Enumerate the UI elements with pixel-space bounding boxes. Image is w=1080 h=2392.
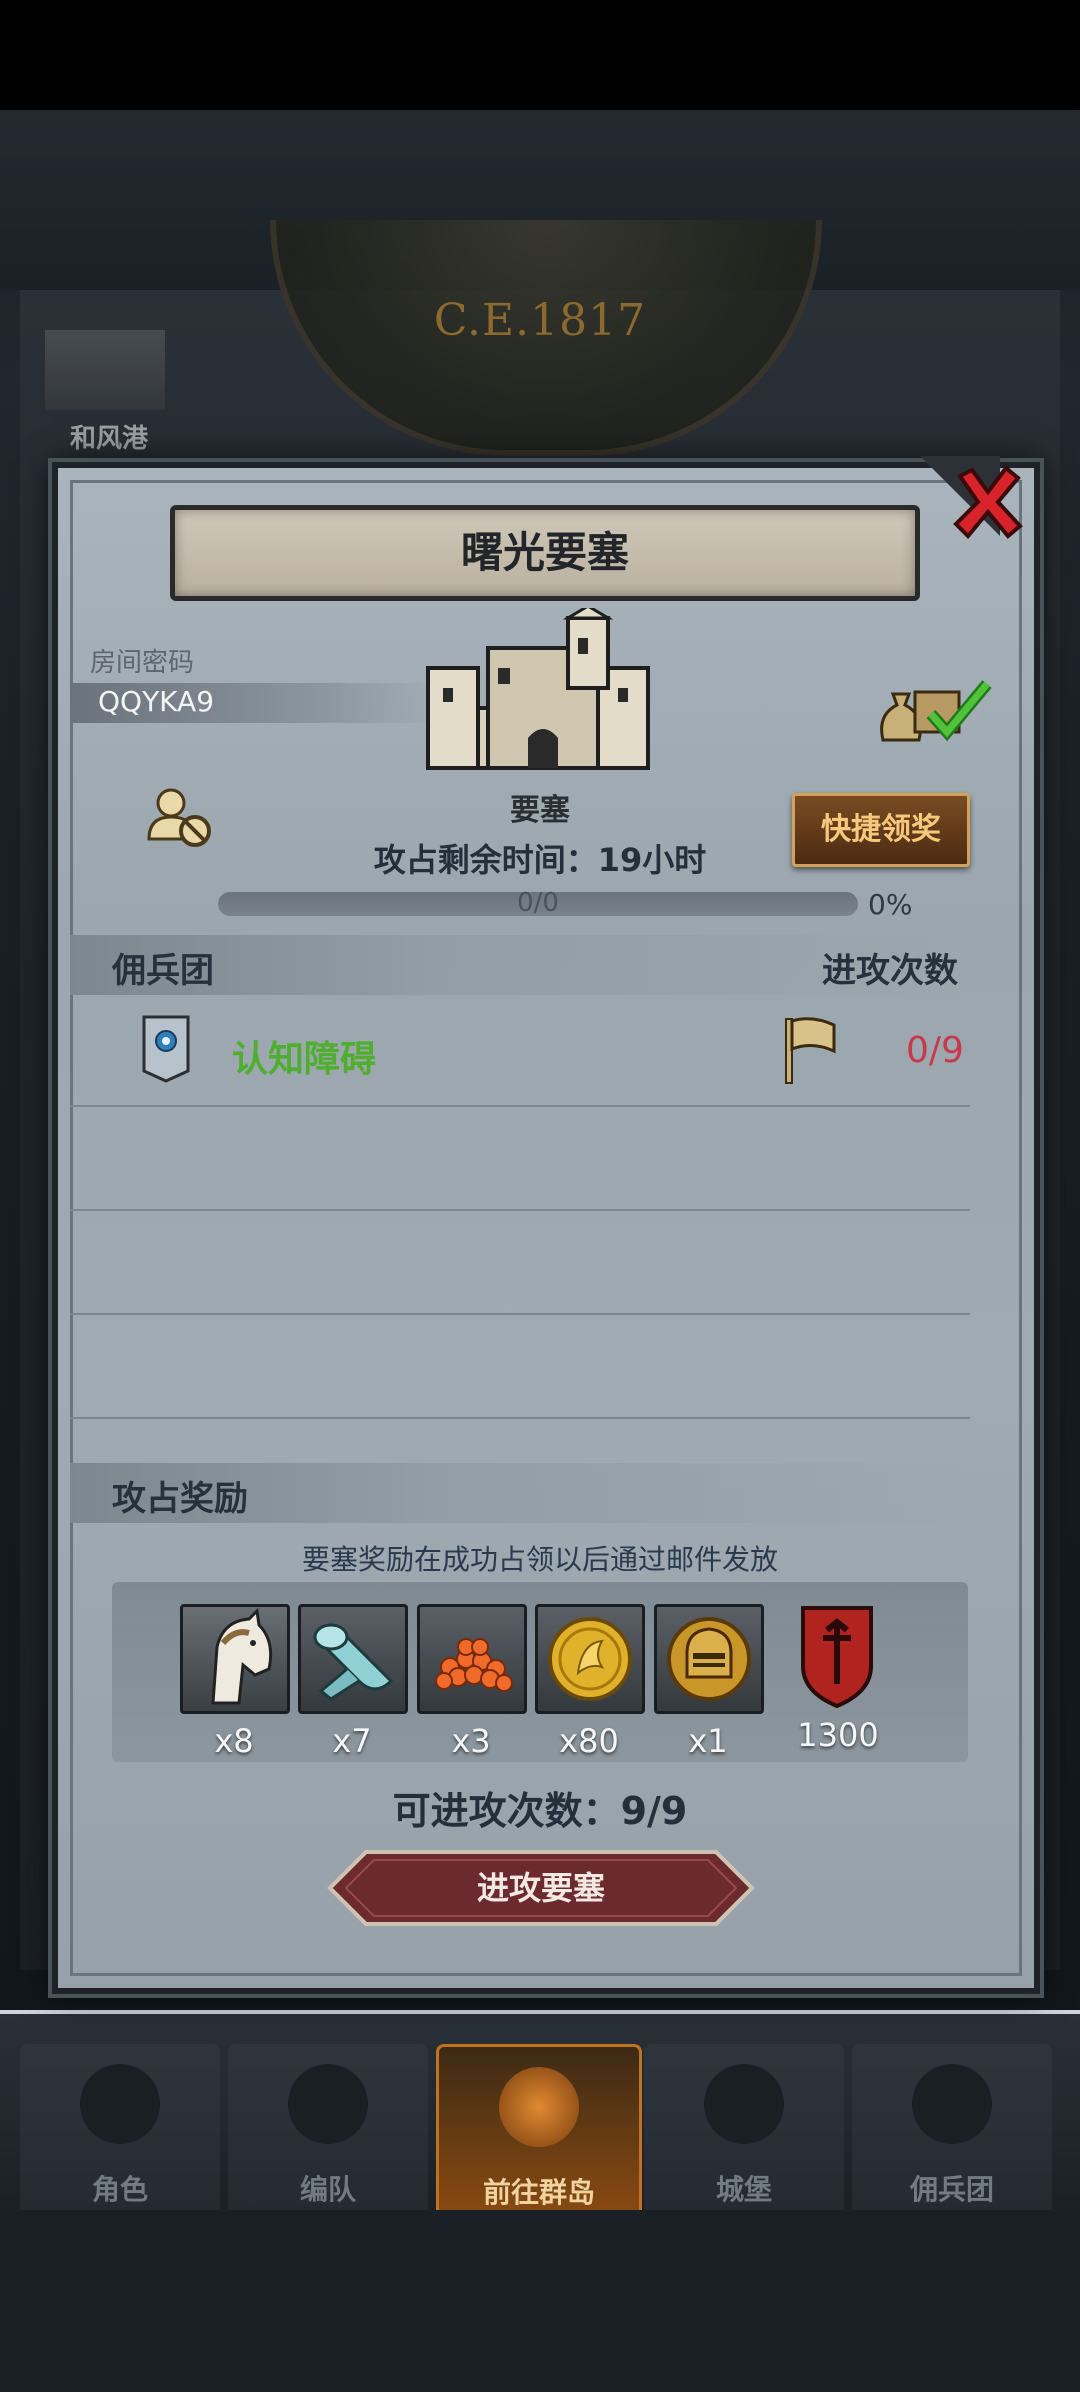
flag-icon — [785, 1017, 836, 1084]
nav-label: 前往群岛 — [482, 2176, 595, 2209]
progress-percent: 0% — [868, 888, 913, 921]
room-password-label: 房间密码 — [90, 648, 195, 678]
attack-fortress-label: 进攻要塞 — [476, 1869, 605, 1907]
user-blocked-icon[interactable] — [145, 785, 215, 850]
reward-count: 1300 — [797, 1716, 879, 1754]
nav-label: 城堡 — [715, 2173, 772, 2206]
reward-item[interactable]: x1 — [654, 1604, 764, 1760]
bottom-band — [0, 2210, 1080, 2392]
mercenary-section-title: 佣兵团 — [112, 951, 214, 991]
attack-count-header: 进攻次数 — [822, 951, 958, 991]
title-banner: 曙光要塞 — [170, 505, 920, 601]
reward-item[interactable]: x7 — [298, 1604, 408, 1760]
close-button[interactable] — [948, 462, 1028, 542]
reward-section-header: 攻占奖励 — [70, 1463, 970, 1523]
reward-note: 要塞奖励在成功占领以后通过邮件发放 — [301, 1543, 778, 1576]
fish-roe-icon — [435, 1638, 513, 1692]
castle-icon — [704, 2064, 784, 2144]
empty-team-row — [70, 1209, 970, 1315]
red-shield-icon — [801, 1606, 873, 1709]
remaining-time: 攻占剩余时间：19小时 — [373, 841, 707, 879]
modal-title: 曙光要塞 — [460, 528, 629, 577]
nav-item-mercenary[interactable]: 佣兵团 — [852, 2044, 1052, 2214]
banner-icon — [912, 2064, 992, 2144]
location-label: 和风港 — [70, 424, 149, 454]
nav-item-character[interactable]: 角色 — [20, 2044, 220, 2214]
team-attack-count: 0/9 — [906, 1030, 964, 1071]
attempts-remaining: 可进攻次数：9/9 — [392, 1789, 688, 1833]
knight-icon — [80, 2064, 160, 2144]
nav-item-castle[interactable]: 城堡 — [644, 2044, 844, 2214]
horse-icon — [211, 1607, 273, 1705]
nav-label: 编队 — [299, 2173, 356, 2206]
harbor-icon — [45, 330, 165, 410]
reward-bag-check-icon[interactable] — [875, 670, 995, 750]
cloth-roll-icon — [312, 1623, 394, 1701]
building-label: 要塞 — [510, 793, 570, 828]
reward-item[interactable]: x80 — [535, 1604, 645, 1760]
helmet-icon — [288, 2064, 368, 2144]
reward-section-title: 攻占奖励 — [112, 1479, 248, 1519]
fortress-icon — [426, 608, 650, 770]
reward-count: x8 — [214, 1722, 254, 1760]
quick-claim-button[interactable]: 快捷领奖 — [792, 793, 970, 867]
reward-count: x3 — [451, 1722, 491, 1760]
era-label: C.E.1817 — [433, 295, 647, 346]
reward-count: x80 — [559, 1722, 619, 1760]
knight-helmet-coin-icon — [667, 1617, 751, 1701]
compass-icon — [499, 2067, 579, 2147]
empty-team-row — [70, 1313, 970, 1419]
nav-item-islands[interactable]: 前往群岛 — [436, 2044, 642, 2220]
gold-coin-icon — [548, 1617, 632, 1701]
top-blackout — [0, 0, 1080, 110]
room-password-value: QQYKA9 — [98, 685, 215, 718]
close-icon — [953, 465, 1023, 539]
nav-label: 佣兵团 — [909, 2173, 994, 2206]
quick-claim-label: 快捷领奖 — [821, 812, 941, 847]
bottom-nav: 角色 编队 前往群岛 城堡 佣兵团 — [0, 2010, 1080, 2220]
empty-team-row — [70, 1105, 970, 1211]
reward-item[interactable]: x8 — [180, 1604, 290, 1760]
reward-count: x1 — [688, 1722, 728, 1760]
progress-text: 0/0 — [517, 888, 559, 918]
team-name: 认知障碍 — [232, 1039, 377, 1080]
nav-item-formation[interactable]: 编队 — [228, 2044, 428, 2214]
reward-item[interactable]: 1300 — [785, 1604, 891, 1754]
reward-item[interactable]: x3 — [417, 1604, 527, 1760]
team-badge-icon — [142, 1015, 190, 1083]
reward-count: x7 — [332, 1722, 372, 1760]
nav-label: 角色 — [91, 2173, 148, 2206]
